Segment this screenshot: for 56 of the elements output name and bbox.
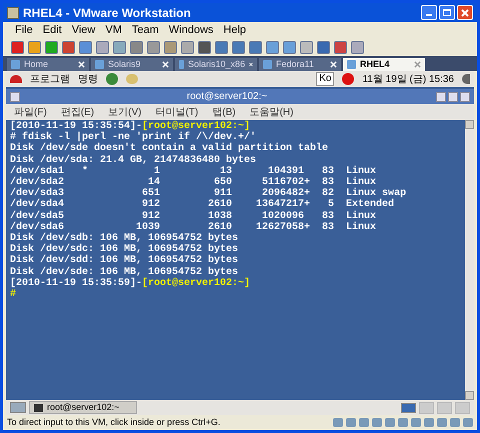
scroll-down-icon[interactable]: [465, 391, 474, 400]
panel-menu[interactable]: 프로그램: [30, 72, 70, 86]
hat-icon[interactable]: [10, 75, 22, 83]
prompt-host: [root@server102:~]: [142, 278, 250, 289]
panel-clock: 11월 19일 (금) 15:36: [362, 72, 454, 86]
prompt-time: [2010-11-19 15:35:59]-: [10, 278, 142, 289]
output-line: Disk /dev/sda: 21.4 GB, 21474836480 bytes: [10, 154, 256, 166]
vm-tab[interactable]: RHEL4: [343, 58, 425, 71]
app-icon: [7, 6, 19, 18]
terminal-menu-item[interactable]: 파일(F): [14, 104, 47, 120]
vm-tab[interactable]: Solaris9: [91, 58, 173, 71]
menu-item[interactable]: Edit: [42, 22, 62, 39]
prompt-cursor: #: [10, 289, 16, 300]
output-line: /dev/sda4 912 2610 13647217+ 5 Extended: [10, 199, 394, 210]
minimize-button[interactable]: [436, 92, 446, 102]
close-button[interactable]: [460, 92, 470, 102]
menu-item[interactable]: VM: [105, 22, 122, 39]
window-title: RHEL4 - VMware Workstation: [23, 4, 192, 22]
menu-item[interactable]: Help: [223, 22, 246, 39]
menu-item[interactable]: Team: [132, 22, 159, 39]
terminal-menu-item[interactable]: 터미널(T): [155, 104, 198, 120]
terminal-menu-item[interactable]: 탭(B): [212, 104, 236, 120]
terminal-menu-item[interactable]: 도움말(H): [250, 104, 294, 120]
output-line: /dev/sda5 912 1038 1020096 83 Linux: [10, 210, 376, 222]
scroll-up-icon[interactable]: [465, 120, 474, 129]
vm-tab[interactable]: Fedora11: [259, 58, 341, 71]
output-line: Disk /dev/sde: 106 MB, 106954752 bytes: [10, 266, 238, 278]
maximize-button[interactable]: [448, 92, 458, 102]
terminal-menu-item[interactable]: 보기(V): [108, 104, 142, 120]
close-icon: [461, 9, 469, 17]
terminal-icon: [34, 404, 43, 412]
vm-tab[interactable]: Solaris10_x86: [175, 58, 257, 71]
menu-item[interactable]: Windows: [168, 22, 214, 39]
menu-item[interactable]: File: [15, 22, 33, 39]
output-line: Disk /dev/sdc: 106 MB, 106954752 bytes: [10, 244, 238, 256]
output-line: Disk /dev/sde doesn't contain a valid partition table: [10, 143, 328, 154]
prompt-time: [2010-11-19 15:35:54]-: [10, 121, 142, 132]
output-line: # fdisk -l |perl -ne 'print if /\/dev.+/': [10, 132, 256, 144]
scrollbar[interactable]: [465, 120, 474, 400]
terminal-menu-item[interactable]: 편집(E): [60, 104, 94, 120]
vm-tab[interactable]: Home: [7, 58, 89, 71]
panel-menu[interactable]: 명령: [78, 72, 98, 86]
output-line: Disk /dev/sdb: 106 MB, 106954752 bytes: [10, 233, 238, 244]
output-line: /dev/sda1 * 1 13 104391 83 Linux: [10, 166, 376, 177]
stop-icon[interactable]: [11, 41, 24, 54]
menu-item[interactable]: View: [72, 22, 96, 39]
status-text: To direct input to this VM, click inside or press Ctrl+G.: [7, 416, 222, 429]
output-line: /dev/sda6 1039 2610 12627058+ 83 Linux: [10, 222, 376, 233]
output-line: /dev/sda3 651 911 2096482+ 82 Linux swap: [10, 188, 406, 200]
output-line: Disk /dev/sdd: 106 MB, 106954752 bytes: [10, 255, 238, 266]
output-line: /dev/sda2 14 650 5116702+ 83 Linux: [10, 177, 376, 188]
close-icon[interactable]: [414, 61, 421, 68]
prompt-host: [root@server102:~]: [142, 121, 250, 132]
input-method[interactable]: Ko: [316, 72, 334, 86]
terminal-title: root@server102:~: [186, 90, 268, 104]
taskbar-task[interactable]: root@server102:~: [29, 401, 137, 414]
